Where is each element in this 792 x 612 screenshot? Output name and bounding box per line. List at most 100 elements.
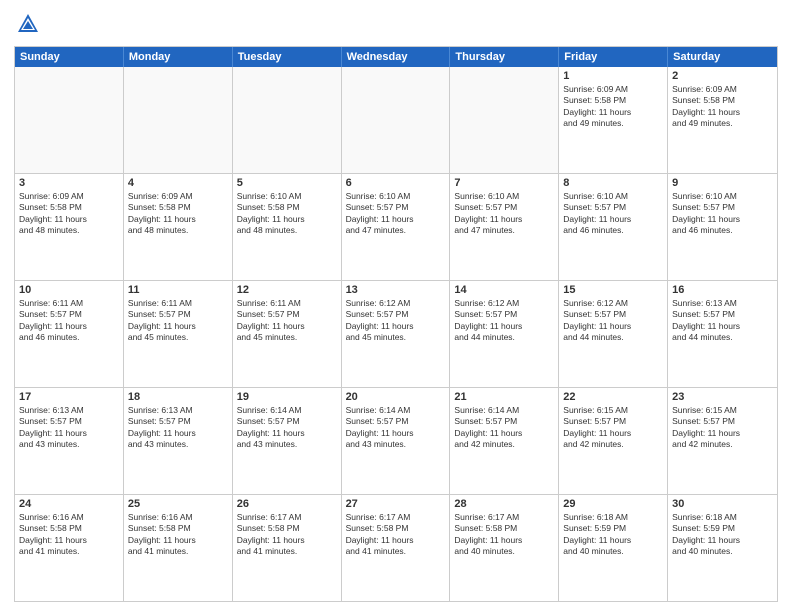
calendar-cell: 8 Sunrise: 6:10 AM Sunset: 5:57 PM Daylig… [559,174,668,280]
calendar-cell: 18 Sunrise: 6:13 AM Sunset: 5:57 PM Dayli… [124,388,233,494]
day-info: Sunrise: 6:11 AM Sunset: 5:57 PM Dayligh… [237,298,337,344]
day-info: Sunrise: 6:17 AM Sunset: 5:58 PM Dayligh… [346,512,446,558]
calendar-row: 1Sunrise: 6:09 AM Sunset: 5:58 PM Daylig… [15,67,777,173]
calendar-cell [233,67,342,173]
day-number: 28 [454,498,554,510]
day-info: Sunrise: 6:10 AM Sunset: 5:57 PM Dayligh… [563,191,663,237]
logo [14,10,46,38]
calendar-cell: 19 Sunrise: 6:14 AM Sunset: 5:57 PM Dayli… [233,388,342,494]
calendar-cell: 21 Sunrise: 6:14 AM Sunset: 5:57 PM Dayli… [450,388,559,494]
calendar-cell: 20 Sunrise: 6:14 AM Sunset: 5:57 PM Dayli… [342,388,451,494]
calendar-cell: 12Sunrise: 6:11 AM Sunset: 5:57 PM Dayli… [233,281,342,387]
calendar-cell: 5 Sunrise: 6:10 AM Sunset: 5:58 PM Daylig… [233,174,342,280]
day-info: Sunrise: 6:17 AM Sunset: 5:58 PM Dayligh… [454,512,554,558]
calendar-cell: 1Sunrise: 6:09 AM Sunset: 5:58 PM Daylig… [559,67,668,173]
page: SundayMondayTuesdayWednesdayThursdayFrid… [0,0,792,612]
calendar-cell: 2Sunrise: 6:09 AM Sunset: 5:58 PM Daylig… [668,67,777,173]
day-number: 9 [672,177,773,189]
weekday-header: Wednesday [342,47,451,67]
calendar-cell: 28 Sunrise: 6:17 AM Sunset: 5:58 PM Dayli… [450,495,559,601]
day-number: 18 [128,391,228,403]
calendar-cell: 16Sunrise: 6:13 AM Sunset: 5:57 PM Dayli… [668,281,777,387]
day-number: 30 [672,498,773,510]
day-info: Sunrise: 6:14 AM Sunset: 5:57 PM Dayligh… [346,405,446,451]
day-info: Sunrise: 6:11 AM Sunset: 5:57 PM Dayligh… [19,298,119,344]
day-number: 22 [563,391,663,403]
day-info: Sunrise: 6:16 AM Sunset: 5:58 PM Dayligh… [128,512,228,558]
calendar-cell: 4Sunrise: 6:09 AM Sunset: 5:58 PM Daylig… [124,174,233,280]
calendar-cell: 23Sunrise: 6:15 AM Sunset: 5:57 PM Dayli… [668,388,777,494]
calendar-cell: 13 Sunrise: 6:12 AM Sunset: 5:57 PM Dayli… [342,281,451,387]
calendar-cell: 27 Sunrise: 6:17 AM Sunset: 5:58 PM Dayli… [342,495,451,601]
day-info: Sunrise: 6:12 AM Sunset: 5:57 PM Dayligh… [563,298,663,344]
day-number: 11 [128,284,228,296]
calendar-cell: 24 Sunrise: 6:16 AM Sunset: 5:58 PM Dayli… [15,495,124,601]
calendar-header: SundayMondayTuesdayWednesdayThursdayFrid… [15,47,777,67]
day-number: 15 [563,284,663,296]
day-info: Sunrise: 6:09 AM Sunset: 5:58 PM Dayligh… [563,84,663,130]
calendar-cell [342,67,451,173]
weekday-header: Monday [124,47,233,67]
calendar-cell [15,67,124,173]
calendar-row: 24 Sunrise: 6:16 AM Sunset: 5:58 PM Dayli… [15,494,777,601]
day-info: Sunrise: 6:10 AM Sunset: 5:57 PM Dayligh… [346,191,446,237]
day-number: 7 [454,177,554,189]
day-info: Sunrise: 6:13 AM Sunset: 5:57 PM Dayligh… [128,405,228,451]
day-info: Sunrise: 6:16 AM Sunset: 5:58 PM Dayligh… [19,512,119,558]
weekday-header: Saturday [668,47,777,67]
day-info: Sunrise: 6:10 AM Sunset: 5:58 PM Dayligh… [237,191,337,237]
weekday-header: Friday [559,47,668,67]
calendar-cell: 14Sunrise: 6:12 AM Sunset: 5:57 PM Dayli… [450,281,559,387]
day-info: Sunrise: 6:13 AM Sunset: 5:57 PM Dayligh… [19,405,119,451]
calendar-cell: 7Sunrise: 6:10 AM Sunset: 5:57 PM Daylig… [450,174,559,280]
day-number: 5 [237,177,337,189]
calendar-cell: 11 Sunrise: 6:11 AM Sunset: 5:57 PM Dayli… [124,281,233,387]
day-info: Sunrise: 6:09 AM Sunset: 5:58 PM Dayligh… [19,191,119,237]
header [14,10,778,38]
day-number: 2 [672,70,773,82]
day-number: 24 [19,498,119,510]
weekday-header: Sunday [15,47,124,67]
day-info: Sunrise: 6:18 AM Sunset: 5:59 PM Dayligh… [672,512,773,558]
day-number: 3 [19,177,119,189]
day-info: Sunrise: 6:17 AM Sunset: 5:58 PM Dayligh… [237,512,337,558]
calendar-row: 3 Sunrise: 6:09 AM Sunset: 5:58 PM Daylig… [15,173,777,280]
day-number: 6 [346,177,446,189]
calendar-row: 10 Sunrise: 6:11 AM Sunset: 5:57 PM Dayli… [15,280,777,387]
day-number: 20 [346,391,446,403]
calendar-cell [124,67,233,173]
calendar-row: 17 Sunrise: 6:13 AM Sunset: 5:57 PM Dayli… [15,387,777,494]
day-info: Sunrise: 6:18 AM Sunset: 5:59 PM Dayligh… [563,512,663,558]
calendar-cell: 15 Sunrise: 6:12 AM Sunset: 5:57 PM Dayli… [559,281,668,387]
weekday-header: Thursday [450,47,559,67]
day-number: 23 [672,391,773,403]
day-number: 13 [346,284,446,296]
day-number: 29 [563,498,663,510]
day-number: 21 [454,391,554,403]
calendar: SundayMondayTuesdayWednesdayThursdayFrid… [14,46,778,602]
day-number: 26 [237,498,337,510]
calendar-cell: 26 Sunrise: 6:17 AM Sunset: 5:58 PM Dayli… [233,495,342,601]
calendar-cell: 3 Sunrise: 6:09 AM Sunset: 5:58 PM Daylig… [15,174,124,280]
day-number: 16 [672,284,773,296]
calendar-cell: 29 Sunrise: 6:18 AM Sunset: 5:59 PM Dayli… [559,495,668,601]
calendar-cell: 25 Sunrise: 6:16 AM Sunset: 5:58 PM Dayli… [124,495,233,601]
day-number: 8 [563,177,663,189]
calendar-cell: 17 Sunrise: 6:13 AM Sunset: 5:57 PM Dayli… [15,388,124,494]
day-info: Sunrise: 6:10 AM Sunset: 5:57 PM Dayligh… [672,191,773,237]
day-number: 17 [19,391,119,403]
day-number: 19 [237,391,337,403]
calendar-cell: 10 Sunrise: 6:11 AM Sunset: 5:57 PM Dayli… [15,281,124,387]
day-info: Sunrise: 6:12 AM Sunset: 5:57 PM Dayligh… [346,298,446,344]
day-number: 27 [346,498,446,510]
day-number: 10 [19,284,119,296]
day-info: Sunrise: 6:11 AM Sunset: 5:57 PM Dayligh… [128,298,228,344]
logo-icon [14,10,42,38]
calendar-cell: 6 Sunrise: 6:10 AM Sunset: 5:57 PM Daylig… [342,174,451,280]
day-info: Sunrise: 6:14 AM Sunset: 5:57 PM Dayligh… [454,405,554,451]
day-info: Sunrise: 6:14 AM Sunset: 5:57 PM Dayligh… [237,405,337,451]
day-info: Sunrise: 6:12 AM Sunset: 5:57 PM Dayligh… [454,298,554,344]
day-number: 25 [128,498,228,510]
day-info: Sunrise: 6:15 AM Sunset: 5:57 PM Dayligh… [563,405,663,451]
calendar-cell: 22 Sunrise: 6:15 AM Sunset: 5:57 PM Dayli… [559,388,668,494]
